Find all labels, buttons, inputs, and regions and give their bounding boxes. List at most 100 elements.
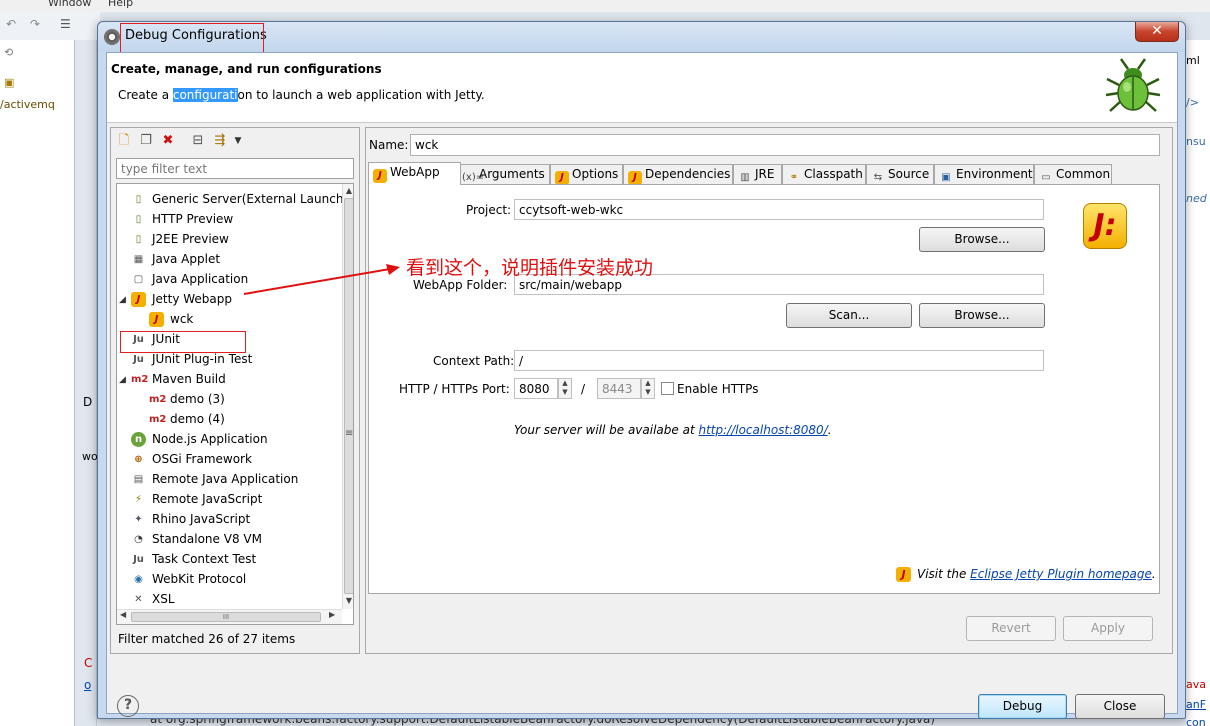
tab-common[interactable]: ▭ Common [1034, 164, 1112, 184]
tree-item-label: wck [170, 312, 194, 326]
browse-project-button[interactable]: Browse... [919, 227, 1045, 252]
plugin-homepage-link[interactable]: Eclipse Jetty Plugin homepage [970, 567, 1152, 581]
revert-button[interactable]: Revert [966, 616, 1056, 641]
new-config-icon[interactable]: 🗋 [115, 132, 133, 150]
scroll-up-icon[interactable]: ▲ [343, 186, 353, 195]
editor-fragment: ava [1186, 678, 1206, 691]
help-icon[interactable]: ? [117, 695, 139, 717]
xsl-icon: ✕ [134, 594, 143, 605]
apply-button[interactable]: Apply [1063, 616, 1153, 641]
tree-item-label: J2EE Preview [152, 232, 229, 246]
editor-fragment: ned [1186, 192, 1207, 205]
remote-java-icon: ▤ [133, 474, 144, 485]
filter-status: Filter matched 26 of 27 items [118, 632, 296, 646]
scroll-grip-icon: ≡ [345, 428, 354, 439]
close-button[interactable]: Close [1075, 694, 1165, 719]
header-title: Create, manage, and run configurations [111, 62, 382, 76]
editor-fragment: anF [1186, 698, 1207, 711]
tab-label: Options [572, 167, 619, 181]
ide-editor-fragment: ml /> nsu ned ava anF con [1186, 40, 1210, 726]
scroll-down-icon[interactable]: ▼ [343, 596, 353, 605]
https-port-stepper[interactable]: ▲ ▼ [641, 378, 655, 399]
tab-classpath[interactable]: ⚭ Classpath [782, 164, 866, 184]
duplicate-config-icon[interactable]: ❐ [137, 132, 155, 150]
browse-folder-button[interactable]: Browse... [919, 303, 1045, 328]
jetty-annotation-box [120, 331, 246, 353]
tree-item-label: HTTP Preview [152, 212, 234, 226]
collapse-icon[interactable]: ⟲ [4, 46, 13, 59]
tree-item-label: Remote Java Application [152, 472, 299, 486]
library-icon: ▥ [740, 172, 750, 183]
visit-text: Visit the [917, 567, 971, 581]
scroll-thumb[interactable] [344, 198, 353, 594]
tab-jre[interactable]: ▥ JRE [733, 164, 782, 184]
expand-toggle-icon[interactable]: ◢ [119, 370, 126, 390]
scroll-left-icon[interactable]: ◀ [120, 610, 126, 619]
nodejs-icon: n [131, 432, 146, 447]
tab-source[interactable]: ⇆ Source [866, 164, 934, 184]
tree-item-label: Jetty Webapp [152, 292, 232, 306]
tab-options[interactable]: J Options [550, 164, 623, 185]
http-port-stepper[interactable]: ▲ ▼ [558, 378, 572, 399]
dialog-titlebar[interactable]: Debug Configurations ✕ [98, 22, 1185, 55]
project-tree-item[interactable]: /activemq [0, 98, 55, 111]
generic-server-icon: ▯ [135, 194, 142, 205]
console-link-fragment[interactable]: o [84, 678, 91, 692]
name-label: Name: [369, 138, 409, 152]
scroll-right-icon[interactable]: ▶ [329, 610, 335, 619]
ide-tab-d[interactable]: D [83, 395, 92, 409]
webapp-tab-content: Project: Browse... J: WebApp Folder: Sca… [368, 184, 1160, 594]
jetty-logo-icon: J: [1083, 203, 1127, 249]
scan-button[interactable]: Scan... [786, 303, 912, 328]
port-separator: / [581, 382, 586, 396]
redo-icon[interactable]: ↷ [30, 17, 40, 31]
enable-https-label: Enable HTTPs [677, 382, 759, 396]
environment-icon: ▣ [941, 172, 951, 183]
tab-dependencies[interactable]: J Dependencies [623, 164, 733, 185]
server-url-link[interactable]: http://localhost:8080/ [698, 423, 827, 437]
collapse-all-icon[interactable]: ⊟ [189, 132, 207, 150]
expand-toggle-icon[interactable]: ◢ [119, 290, 126, 310]
hscroll-thumb[interactable]: III [131, 612, 321, 622]
tree-item-label: Java Applet [152, 252, 221, 266]
jetty-icon: J [149, 312, 164, 327]
webkit-icon: ◉ [134, 574, 143, 585]
tab-arguments[interactable]: (x)=Arguments [457, 164, 550, 184]
maven-icon: m2 [131, 374, 149, 385]
http-port-field[interactable] [514, 378, 558, 399]
tree-vertical-scrollbar[interactable]: ▲ ▼ ≡ [342, 184, 354, 609]
filter-config-icon[interactable]: ⇶ [211, 132, 229, 150]
chevron-down-icon[interactable]: ▼ [229, 132, 247, 150]
dialog-client-area: Create, manage, and run configurations C… [106, 52, 1178, 719]
menu-window[interactable]: Window [48, 0, 91, 9]
menu-help[interactable]: Help [108, 0, 133, 9]
https-port-field[interactable] [597, 378, 641, 399]
tab-environment[interactable]: ▣ Environment [934, 164, 1034, 184]
name-field[interactable] [410, 134, 1160, 156]
tree-item-label: Standalone V8 VM [152, 532, 262, 546]
undo-icon[interactable]: ↶ [6, 17, 16, 31]
jetty-icon: J [628, 171, 642, 185]
tree-horizontal-scrollbar[interactable]: ◀ III ▶ [117, 609, 342, 624]
tree-item-label: Maven Build [152, 372, 226, 386]
close-window-button[interactable]: ✕ [1135, 22, 1179, 42]
package-icon: ▣ [4, 76, 15, 89]
ide-project-explorer: ⟲ ▣ /activemq [0, 40, 75, 726]
tab-webapp[interactable]: J WebApp [368, 162, 461, 185]
config-tab-strip: J WebApp (x)=Arguments J Options J Dependen… [368, 162, 1172, 185]
project-field[interactable] [514, 199, 1044, 220]
list-icon[interactable]: ☰ [60, 17, 71, 31]
jetty-icon: J [896, 567, 911, 582]
context-path-field[interactable] [514, 350, 1044, 371]
filter-input[interactable] [116, 158, 354, 179]
tab-label: Common [1056, 167, 1111, 181]
tree-item-label: Node.js Application [152, 432, 268, 446]
http-preview-icon: ▯ [135, 214, 142, 225]
enable-https-checkbox[interactable] [661, 382, 674, 395]
delete-config-icon[interactable]: ✖ [159, 132, 177, 150]
ide-tab-wo[interactable]: wo [82, 450, 98, 463]
j2ee-preview-icon: ▯ [135, 234, 142, 245]
tree-item-label: Generic Server(External Launch) [152, 192, 349, 206]
arguments-icon: (x)= [462, 172, 485, 183]
debug-button[interactable]: Debug [978, 694, 1067, 719]
